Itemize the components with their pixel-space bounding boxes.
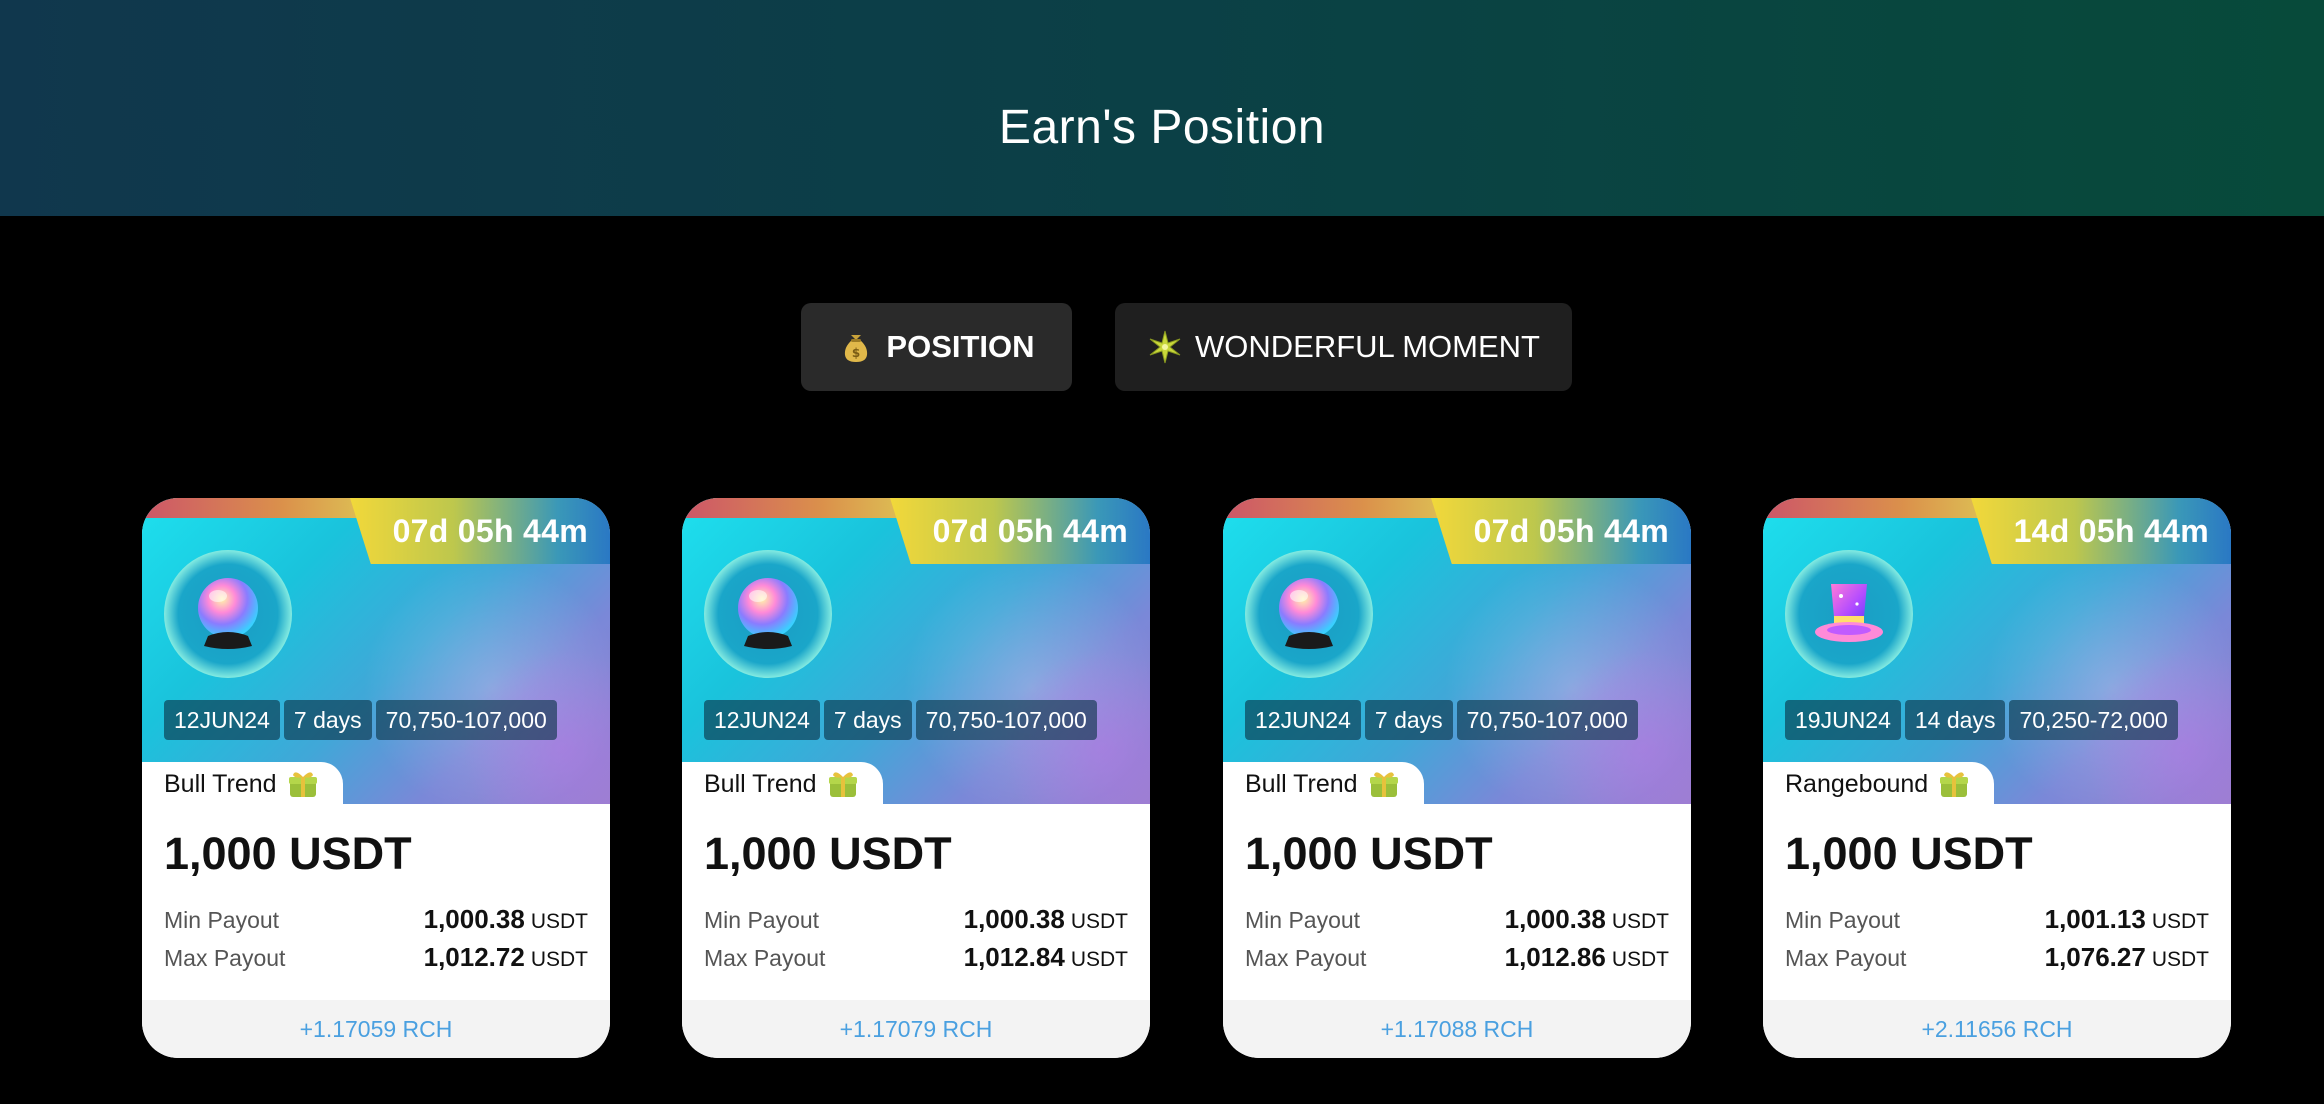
tab-wonderful-moment[interactable]: WONDERFUL MOMENT [1115,303,1572,391]
max-payout-unit: USDT [1070,948,1128,971]
range-tag: 70,750-107,000 [375,700,557,740]
min-payout-unit: USDT [1611,910,1669,933]
card-tags: 19JUN24 14 days 70,250-72,000 [1785,700,2178,740]
position-amount: 1,000 USDT [1785,828,2033,879]
trend-label: Bull Trend [142,762,343,806]
card-banner: 07d 05h 44m 12JUN24 7 days 70,750-107,00… [142,498,610,804]
crystal-ball-icon [1279,578,1339,649]
gift-icon [828,772,857,797]
max-payout-label: Max Payout [164,945,286,971]
position-amount: 1,000 USDT [704,828,952,879]
crystal-ball-icon [738,578,798,649]
min-payout-unit: USDT [2151,910,2209,933]
money-bag-icon: $ [845,335,868,362]
page-title: Earn's Position [998,101,1326,154]
max-payout-label: Max Payout [1245,945,1367,971]
min-payout-row: Min Payout 1,000.38 USDT [704,904,1128,935]
min-payout-row: Min Payout 1,001.13 USDT [1785,904,2209,935]
min-payout-label: Min Payout [164,907,280,933]
tab-bar: $ POSITION WONDERFUL MOMENT [0,303,2324,391]
card-avatar [164,550,292,678]
countdown-timer: 07d 05h 44m [1431,498,1691,564]
crystal-ball-icon [198,578,258,649]
trend-text: Bull Trend [1245,769,1358,798]
max-payout-unit: USDT [2151,948,2209,971]
date-tag: 12JUN24 [164,700,280,740]
trend-label: Bull Trend [1223,762,1424,806]
trend-label: Bull Trend [682,762,883,806]
tab-position[interactable]: $ POSITION [801,303,1072,391]
card-banner: 07d 05h 44m 12JUN24 7 days 70,750-107,00… [1223,498,1691,804]
gift-icon [1940,772,1969,797]
tab-position-label: POSITION [886,329,1035,364]
duration-tag: 14 days [1904,700,2006,740]
card-avatar [1785,550,1913,678]
max-payout-unit: USDT [530,948,588,971]
trend-label: Rangebound [1763,762,1995,806]
max-payout-row: Max Payout 1,012.86 USDT [1245,942,1669,973]
max-payout-row: Max Payout 1,076.27 USDT [1785,942,2209,973]
magic-hat-icon [1815,584,1883,642]
max-payout-value: 1,012.84 [963,942,1065,972]
min-payout-label: Min Payout [704,907,820,933]
min-payout-unit: USDT [1070,910,1128,933]
min-payout-row: Min Payout 1,000.38 USDT [164,904,588,935]
svg-text:$: $ [852,346,860,360]
range-tag: 70,750-107,000 [915,700,1097,740]
min-payout-row: Min Payout 1,000.38 USDT [1245,904,1669,935]
trend-text: Rangebound [1785,769,1929,798]
tab-wonderful-moment-label: WONDERFUL MOMENT [1195,329,1540,364]
max-payout-row: Max Payout 1,012.72 USDT [164,942,588,973]
countdown-timer: 07d 05h 44m [350,498,610,564]
max-payout-row: Max Payout 1,012.84 USDT [704,942,1128,973]
card-banner: 14d 05h 44m 19JUN24 14 days 70,250-72,00… [1763,498,2231,804]
date-tag: 12JUN24 [704,700,820,740]
date-tag: 19JUN24 [1785,700,1901,740]
trend-text: Bull Trend [164,769,277,798]
reward-footer: +1.17079 RCH [682,1000,1150,1058]
card-avatar [704,550,832,678]
gift-icon [288,772,317,797]
position-card[interactable]: 07d 05h 44m 12JUN24 7 days 70,750-107,00… [682,498,1150,1058]
date-tag: 12JUN24 [1245,700,1361,740]
max-payout-unit: USDT [1611,948,1669,971]
min-payout-value: 1,001.13 [2044,904,2146,934]
position-card[interactable]: 14d 05h 44m 19JUN24 14 days 70,250-72,00… [1763,498,2231,1058]
card-tags: 12JUN24 7 days 70,750-107,000 [1245,700,1638,740]
position-card[interactable]: 07d 05h 44m 12JUN24 7 days 70,750-107,00… [142,498,610,1058]
min-payout-value: 1,000.38 [1504,904,1606,934]
reward-footer: +1.17059 RCH [142,1000,610,1058]
max-payout-value: 1,076.27 [2044,942,2146,972]
min-payout-value: 1,000.38 [963,904,1065,934]
card-tags: 12JUN24 7 days 70,750-107,000 [164,700,557,740]
card-avatar [1245,550,1373,678]
range-tag: 70,250-72,000 [2009,700,2178,740]
countdown-timer: 14d 05h 44m [1971,498,2231,564]
reward-footer: +2.11656 RCH [1763,1000,2231,1058]
countdown-timer: 07d 05h 44m [890,498,1150,564]
gift-icon [1369,772,1398,797]
min-payout-label: Min Payout [1245,907,1361,933]
min-payout-unit: USDT [530,910,588,933]
max-payout-label: Max Payout [704,945,826,971]
card-banner: 07d 05h 44m 12JUN24 7 days 70,750-107,00… [682,498,1150,804]
reward-footer: +1.17088 RCH [1223,1000,1691,1058]
range-tag: 70,750-107,000 [1456,700,1638,740]
max-payout-label: Max Payout [1785,945,1907,971]
min-payout-value: 1,000.38 [423,904,525,934]
duration-tag: 7 days [283,700,372,740]
position-amount: 1,000 USDT [1245,828,1493,879]
duration-tag: 7 days [823,700,912,740]
duration-tag: 7 days [1364,700,1453,740]
sparkle-icon [1149,330,1181,364]
trend-text: Bull Trend [704,769,817,798]
min-payout-label: Min Payout [1785,907,1901,933]
position-amount: 1,000 USDT [164,828,412,879]
page-header: Earn's Position [0,0,2324,216]
card-tags: 12JUN24 7 days 70,750-107,000 [704,700,1097,740]
max-payout-value: 1,012.86 [1504,942,1606,972]
position-card[interactable]: 07d 05h 44m 12JUN24 7 days 70,750-107,00… [1223,498,1691,1058]
max-payout-value: 1,012.72 [423,942,525,972]
